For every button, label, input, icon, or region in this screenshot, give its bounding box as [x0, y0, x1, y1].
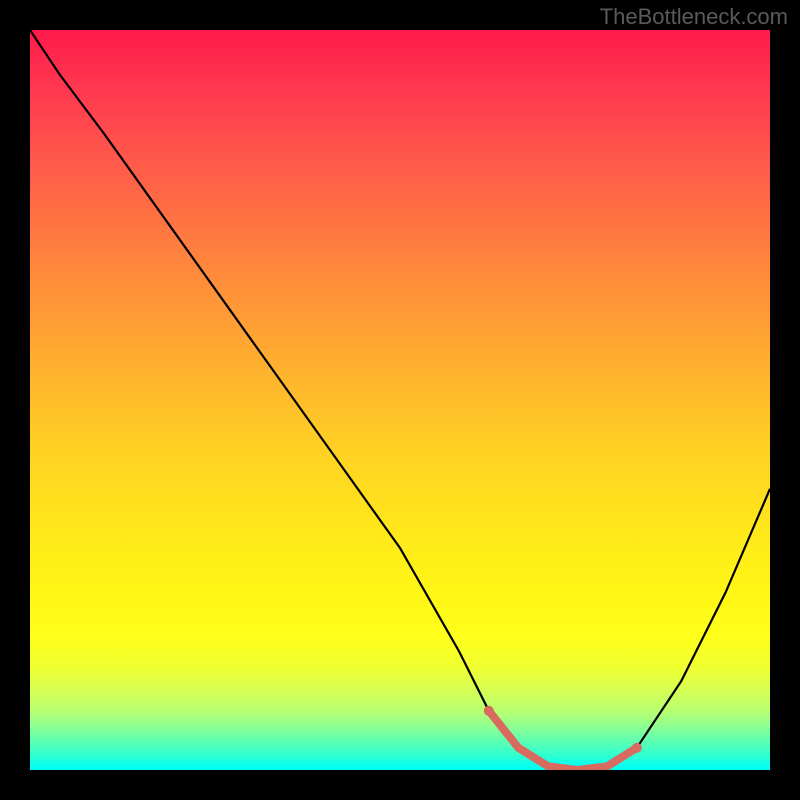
highlight-dot-left — [484, 706, 494, 716]
main-curve — [30, 30, 770, 770]
plot-area — [30, 30, 770, 770]
highlight-dot-right — [632, 743, 642, 753]
chart-svg — [30, 30, 770, 770]
watermark-text: TheBottleneck.com — [600, 4, 788, 30]
highlight-band — [489, 711, 637, 770]
